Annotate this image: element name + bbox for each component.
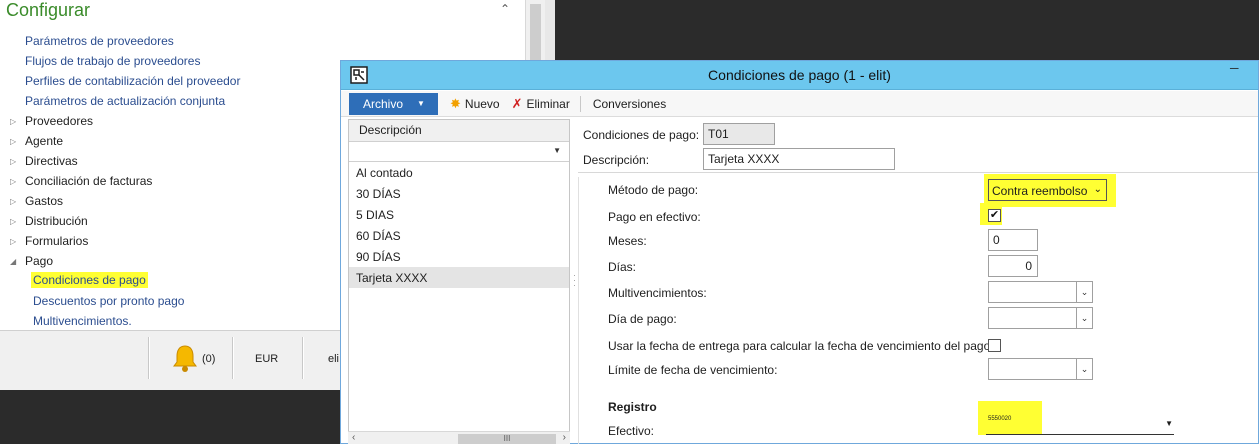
collapse-icon[interactable]: ⌃ bbox=[500, 2, 510, 16]
registro-section-title: Registro bbox=[608, 400, 657, 414]
list-item[interactable]: 90 DÍAS bbox=[349, 246, 569, 267]
nav-group-proveedores[interactable]: ▷ Proveedores bbox=[10, 114, 93, 128]
expand-icon: ▷ bbox=[10, 196, 17, 206]
currency-indicator[interactable]: EUR bbox=[255, 353, 278, 365]
terms-list: Descripción ▼ Al contado 30 DÍAS 5 DIAS … bbox=[348, 119, 570, 444]
metodo-pago-value: Contra reembolso bbox=[992, 184, 1088, 198]
separator bbox=[232, 337, 234, 379]
section-divider bbox=[578, 177, 579, 444]
nav-group-distribucion[interactable]: ▷ Distribución bbox=[10, 214, 88, 228]
metodo-pago-label: Método de pago: bbox=[608, 183, 699, 197]
minimize-icon[interactable]: ─ bbox=[1230, 61, 1244, 75]
nav-group-agente[interactable]: ▷ Agente bbox=[10, 134, 63, 148]
descripcion-field[interactable]: Tarjeta XXXX bbox=[703, 148, 895, 170]
notification-count: (0) bbox=[202, 353, 216, 365]
nav-group-pago[interactable]: ◢ Pago bbox=[10, 254, 53, 268]
descripcion-label: Descripción: bbox=[583, 153, 650, 167]
chevron-down-icon[interactable]: ▼ bbox=[553, 146, 561, 155]
usar-fecha-checkbox[interactable] bbox=[988, 339, 1001, 352]
expand-icon: ▷ bbox=[10, 136, 17, 146]
pago-efectivo-label: Pago en efectivo: bbox=[608, 210, 701, 224]
nuevo-button[interactable]: ✸ Nuevo bbox=[450, 96, 500, 112]
efectivo-value: 5550020 bbox=[988, 416, 1012, 422]
expand-icon: ▷ bbox=[10, 156, 17, 166]
limite-fecha-select[interactable]: ⌄ bbox=[988, 358, 1093, 380]
pago-efectivo-checkbox[interactable]: ✔ bbox=[988, 209, 1001, 222]
list-item[interactable]: 5 DIAS bbox=[349, 204, 569, 225]
toolbar-separator bbox=[579, 95, 581, 112]
limite-fecha-label: Límite de fecha de vencimiento: bbox=[608, 363, 778, 377]
nav-link-perfiles-contabilizacion[interactable]: Perfiles de contabilización del proveedo… bbox=[25, 74, 240, 88]
dialog-titlebar: Condiciones de pago (1 - elit) ─ bbox=[341, 61, 1258, 90]
dialog-title: Condiciones de pago (1 - elit) bbox=[708, 67, 891, 83]
dia-pago-select[interactable]: ⌄ bbox=[988, 307, 1093, 329]
nav-link-parametros-proveedores[interactable]: Parámetros de proveedores bbox=[25, 34, 174, 48]
multivencimientos-label: Multivencimientos: bbox=[608, 286, 707, 300]
list-item-selected[interactable]: Tarjeta XXXX bbox=[349, 267, 569, 288]
dias-field[interactable]: 0 bbox=[988, 255, 1038, 277]
condiciones-label: Condiciones de pago: bbox=[583, 128, 700, 142]
header-fields: Condiciones de pago: T01 Descripción: Ta… bbox=[578, 119, 1258, 173]
chevron-down-icon: ▼ bbox=[417, 99, 425, 108]
efectivo-select[interactable]: 5550020 ▼ bbox=[986, 415, 1174, 435]
chevron-down-icon: ⌄ bbox=[1076, 359, 1092, 379]
section-header: Configurar bbox=[6, 0, 91, 20]
chevron-down-icon: ⌄ bbox=[1076, 282, 1092, 302]
list-item[interactable]: 30 DÍAS bbox=[349, 183, 569, 204]
expand-icon: ▷ bbox=[10, 176, 17, 186]
details-panel: Condiciones de pago: T01 Descripción: Ta… bbox=[578, 119, 1258, 444]
condiciones-field[interactable]: T01 bbox=[703, 123, 775, 145]
nav-group-conciliacion[interactable]: ▷ Conciliación de facturas bbox=[10, 174, 152, 188]
nav-group-formularios[interactable]: ▷ Formularios bbox=[10, 234, 88, 248]
window-edge bbox=[545, 0, 555, 60]
efectivo-label: Efectivo: bbox=[608, 424, 655, 438]
dia-pago-label: Día de pago: bbox=[608, 312, 677, 326]
action-toolbar: Archivo ▼ ✸ Nuevo ✗ Eliminar Conversiones bbox=[341, 91, 1258, 117]
nav-link-descuentos[interactable]: Descuentos por pronto pago bbox=[33, 294, 184, 308]
metodo-pago-select[interactable]: Contra reembolso ⌄ bbox=[988, 179, 1107, 201]
expand-icon: ▷ bbox=[10, 116, 17, 126]
new-icon: ✸ bbox=[450, 95, 461, 111]
chevron-down-icon: ▼ bbox=[1165, 419, 1173, 428]
scroll-thumb[interactable]: III bbox=[458, 434, 556, 444]
list-horizontal-scrollbar[interactable]: ‹ III › bbox=[348, 431, 570, 444]
column-header-descripcion[interactable]: Descripción bbox=[349, 120, 569, 142]
nav-link-parametros-actualizacion[interactable]: Parámetros de actualización conjunta bbox=[25, 94, 225, 108]
eliminar-button[interactable]: ✗ Eliminar bbox=[512, 96, 570, 112]
meses-field[interactable]: 0 bbox=[988, 229, 1038, 251]
nav-link-condiciones-pago[interactable]: Condiciones de pago bbox=[31, 272, 148, 288]
separator bbox=[148, 337, 150, 379]
nav-link-multivencimientos[interactable]: Multivencimientos. bbox=[33, 314, 132, 328]
list-filter[interactable]: ▼ bbox=[349, 142, 569, 162]
archivo-menu-button[interactable]: Archivo ▼ bbox=[349, 92, 438, 115]
conversiones-button[interactable]: Conversiones bbox=[593, 97, 666, 111]
bell-icon[interactable] bbox=[170, 343, 200, 373]
nav-group-directivas[interactable]: ▷ Directivas bbox=[10, 154, 78, 168]
payment-terms-dialog: Condiciones de pago (1 - elit) ─ Archivo… bbox=[340, 60, 1259, 444]
chevron-down-icon: ⌄ bbox=[1076, 308, 1092, 328]
usar-fecha-label: Usar la fecha de entrega para calcular l… bbox=[608, 339, 994, 353]
nav-group-gastos[interactable]: ▷ Gastos bbox=[10, 194, 63, 208]
status-bar: (0) EUR eli bbox=[0, 330, 345, 390]
collapse-group-icon: ◢ bbox=[10, 256, 17, 266]
list-item[interactable]: 60 DÍAS bbox=[349, 225, 569, 246]
expand-icon: ▷ bbox=[10, 216, 17, 226]
separator bbox=[302, 337, 304, 379]
meses-label: Meses: bbox=[608, 234, 647, 248]
scroll-right-icon[interactable]: › bbox=[563, 432, 566, 443]
chevron-down-icon: ⌄ bbox=[1093, 184, 1102, 195]
multivencimientos-select[interactable]: ⌄ bbox=[988, 281, 1093, 303]
expand-icon: ▷ bbox=[10, 236, 17, 246]
list-item[interactable]: Al contado bbox=[349, 162, 569, 183]
splitter-grip[interactable]: · · · bbox=[573, 271, 576, 290]
delete-icon: ✗ bbox=[511, 95, 523, 111]
scroll-left-icon[interactable]: ‹ bbox=[352, 432, 355, 443]
company-indicator[interactable]: eli bbox=[328, 353, 339, 365]
dias-label: Días: bbox=[608, 260, 637, 274]
nav-link-flujos-trabajo[interactable]: Flujos de trabajo de proveedores bbox=[25, 54, 200, 68]
